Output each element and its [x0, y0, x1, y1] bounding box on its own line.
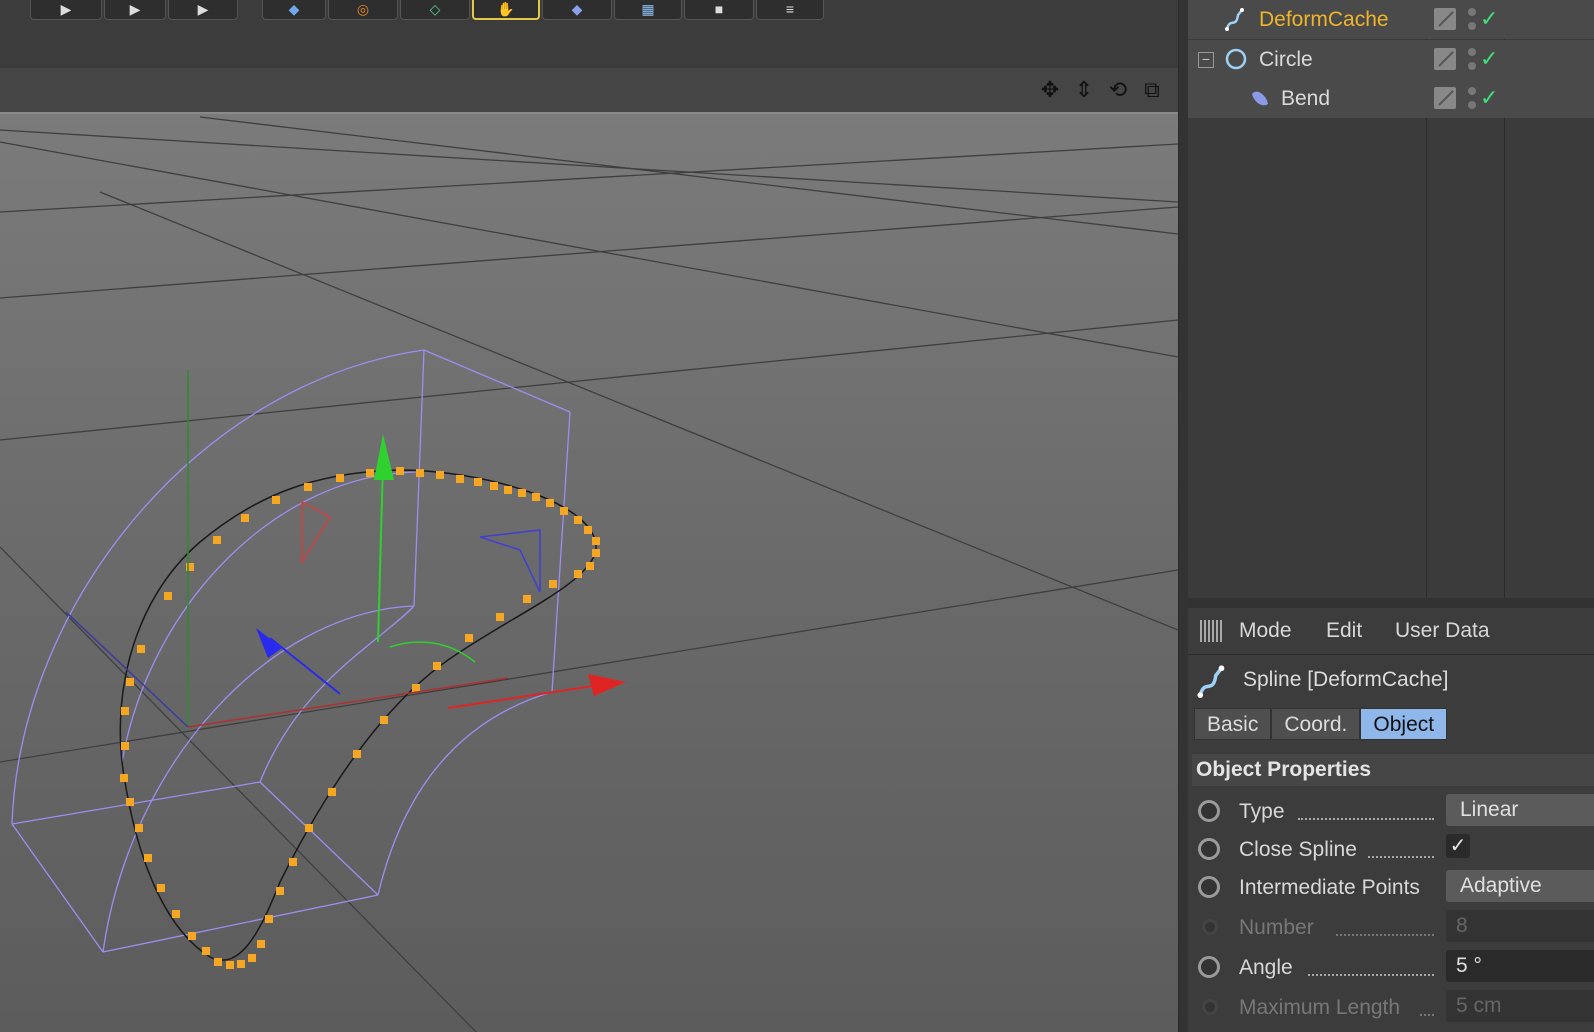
menu-mode[interactable]: Mode [1239, 619, 1292, 643]
object-row-circle[interactable]: − Circle ✓ [1188, 40, 1594, 79]
animate-radio-icon[interactable] [1198, 800, 1220, 822]
spline-points [120, 467, 600, 969]
point-mode-icon: ✋ [497, 1, 515, 17]
object-manager: DeformCache ✓ − Circle ✓ Bend ✓ [1188, 0, 1594, 598]
visibility-dots-icon[interactable] [1468, 46, 1476, 72]
prop-label: Type [1239, 800, 1285, 823]
prop-maximum-length: Maximum Length 5 cm [1188, 990, 1594, 1028]
object-name: Bend [1281, 87, 1331, 110]
circle-icon [1225, 48, 1247, 70]
prop-number: Number 8 [1188, 910, 1594, 948]
intermediate-points-dropdown[interactable]: Adaptive [1446, 870, 1594, 902]
tab-coord[interactable]: Coord. [1271, 708, 1361, 740]
viewport-scene [0, 116, 1178, 1032]
attribute-title: Spline [DeformCache] [1188, 656, 1594, 704]
label-leader [1336, 932, 1434, 936]
prop-label: Number [1239, 916, 1314, 939]
collapse-toggle-icon[interactable]: − [1198, 52, 1214, 68]
grid-handle-icon[interactable] [1200, 620, 1222, 642]
prop-label: Maximum Length [1239, 996, 1401, 1019]
enabled-check-icon[interactable]: ✓ [1480, 85, 1498, 111]
cube-icon: ◆ [288, 1, 300, 17]
prop-label: Close Spline [1239, 838, 1357, 861]
3d-viewport[interactable] [0, 112, 1178, 1032]
bend-deformer-icon [1252, 91, 1268, 106]
play-forward-icon: ▶ [197, 1, 209, 17]
floor-grid [0, 116, 1178, 1032]
object-row-deformcache[interactable]: DeformCache ✓ [1188, 0, 1594, 39]
type-dropdown[interactable]: Linear [1446, 794, 1594, 826]
zoom-view-icon[interactable]: ⇕ [1072, 78, 1096, 102]
number-field: 8 [1446, 910, 1594, 942]
scale-button[interactable]: ◎ [328, 0, 398, 20]
attribute-tabs: Basic Coord. Object [1194, 708, 1448, 742]
close-spline-checkbox[interactable]: ✓ [1446, 834, 1470, 858]
visibility-dots-icon[interactable] [1468, 6, 1476, 32]
floor-grid-icon: ▦ [641, 1, 655, 17]
enabled-check-icon[interactable]: ✓ [1480, 46, 1498, 72]
camera-button[interactable]: ■ [684, 0, 754, 20]
camera-icon: ■ [714, 1, 724, 17]
layer-tag-icon[interactable] [1434, 8, 1456, 30]
spline-icon [1197, 665, 1225, 698]
prop-label: Intermediate Points [1239, 876, 1420, 899]
floor-button[interactable]: ▦ [614, 0, 682, 20]
polygon-mode-button[interactable]: ◇ [400, 0, 470, 20]
label-leader [1368, 854, 1434, 858]
attribute-menu-bar: Mode Edit User Data [1188, 608, 1594, 655]
model-mode-button[interactable]: ◆ [262, 0, 326, 20]
attribute-manager: Mode Edit User Data Spline [DeformCache]… [1188, 608, 1594, 1032]
rotate-view-icon[interactable]: ⟲ [1106, 78, 1130, 102]
play-forward-icon: ▶ [129, 1, 141, 17]
scale-icon: ◎ [356, 1, 370, 17]
layer-tag-icon[interactable] [1434, 48, 1456, 70]
play-forward-button[interactable]: ▶ [168, 0, 238, 20]
maximize-view-icon[interactable]: ⧉ [1140, 78, 1164, 102]
move-view-icon[interactable]: ✥ [1038, 78, 1062, 102]
label-leader [1298, 816, 1434, 820]
polygon-icon: ◇ [429, 1, 441, 17]
play-forward-icon: ▶ [60, 1, 72, 17]
cube-object-button[interactable]: ◆ [542, 0, 612, 20]
object-title: Spline [DeformCache] [1243, 668, 1449, 691]
visibility-dots-icon[interactable] [1468, 85, 1476, 111]
spline-icon [1225, 8, 1244, 31]
label-leader [1420, 1012, 1434, 1016]
prop-label: Angle [1239, 956, 1293, 979]
menu-icon: ≡ [785, 1, 795, 17]
angle-field[interactable]: 5 ° [1446, 950, 1594, 982]
section-header: Object Properties [1192, 754, 1594, 786]
layer-tag-icon[interactable] [1434, 87, 1456, 109]
play-forward-button[interactable]: ▶ [30, 0, 102, 20]
play-forward-button[interactable]: ▶ [104, 0, 166, 20]
menu-edit[interactable]: Edit [1326, 619, 1362, 643]
prop-close-spline: Close Spline ✓ [1188, 832, 1594, 870]
enabled-check-icon[interactable]: ✓ [1480, 6, 1498, 32]
panel-splitter[interactable] [1188, 598, 1594, 608]
menu-button[interactable]: ≡ [756, 0, 824, 20]
main-toolbar: ▶ ▶ ▶ ◆ ◎ ◇ ✋ ◆ ▦ ■ ≡ [0, 0, 1184, 68]
tab-object[interactable]: Object [1360, 708, 1448, 740]
object-name: Circle [1259, 48, 1313, 71]
viewport-header: ✥ ⇕ ⟲ ⧉ [0, 68, 1184, 112]
animate-radio-icon[interactable] [1198, 876, 1220, 898]
spline-path [119, 469, 597, 961]
prop-intermediate-points: Intermediate Points Adaptive [1188, 870, 1594, 908]
menu-user-data[interactable]: User Data [1395, 619, 1490, 643]
animate-radio-icon [1202, 999, 1218, 1015]
point-mode-button[interactable]: ✋ [472, 0, 540, 20]
prop-angle: Angle 5 ° [1188, 950, 1594, 988]
object-row-bend[interactable]: Bend ✓ [1188, 79, 1594, 118]
animate-radio-icon [1202, 919, 1218, 935]
animate-radio-icon[interactable] [1198, 956, 1220, 978]
prop-type: Type Linear [1188, 794, 1594, 832]
animate-radio-icon[interactable] [1198, 838, 1220, 860]
object-name: DeformCache [1259, 8, 1389, 31]
label-leader [1308, 972, 1434, 976]
tab-basic[interactable]: Basic [1194, 708, 1272, 740]
maximum-length-field: 5 cm [1446, 990, 1594, 1022]
cube-object-icon: ◆ [571, 1, 583, 17]
